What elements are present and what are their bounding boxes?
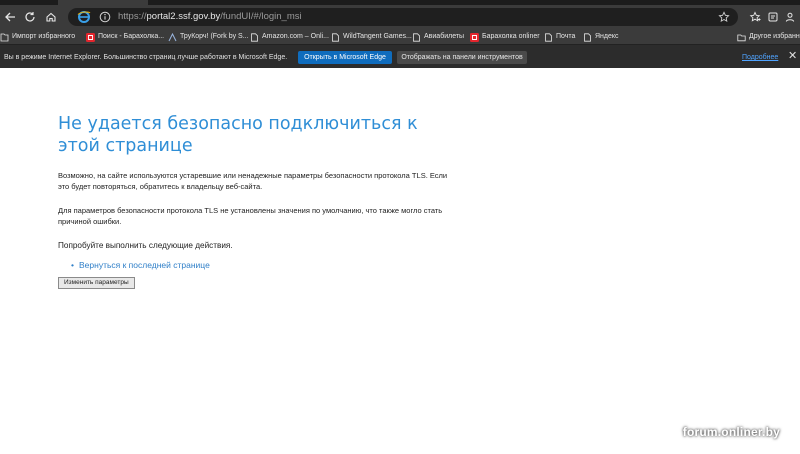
fav-label: WildTangent Games... xyxy=(343,33,412,40)
show-on-toolbar-button[interactable]: Отображать на панели инструментов xyxy=(397,51,527,64)
favorites-bar: Импорт избранного Поиск - Барахолка... Т… xyxy=(0,29,800,44)
page-icon xyxy=(413,32,420,42)
fav-label: Авиабилеты xyxy=(424,33,465,40)
fav-label: Amazon.com – Onli... xyxy=(262,33,329,40)
url-text[interactable]: https://portal2.ssf.gov.by/fundUI/#/logi… xyxy=(118,11,302,23)
error-content: Не удается безопасно подключиться к этой… xyxy=(58,113,448,289)
address-bar[interactable]: https://portal2.ssf.gov.by/fundUI/#/logi… xyxy=(68,8,738,26)
fav-wildtangent[interactable]: WildTangent Games... xyxy=(331,31,412,43)
back-button[interactable] xyxy=(2,9,18,25)
page-icon xyxy=(332,32,339,42)
refresh-icon xyxy=(25,12,35,22)
home-button[interactable] xyxy=(43,9,59,25)
fav-label: Поиск - Барахолка... xyxy=(98,33,165,40)
collections-icon xyxy=(768,12,778,22)
fav-other[interactable]: Другое избранное xyxy=(737,31,800,43)
fav-trukorch[interactable]: ТруКорч! (Fork by S... xyxy=(168,31,249,43)
arrow-left-icon xyxy=(5,12,15,22)
url-prefix: https:// xyxy=(118,11,147,22)
more-info-link[interactable]: Подробнее xyxy=(742,53,778,62)
fav-aviabilety[interactable]: Авиабилеты xyxy=(412,31,464,43)
fav-baraholka-search[interactable]: Поиск - Барахолка... xyxy=(86,31,164,43)
star-icon[interactable] xyxy=(718,11,730,23)
page-title: Не удается безопасно подключиться к этой… xyxy=(58,114,418,156)
fav-label: Другое избранное xyxy=(749,33,800,40)
error-description: Возможно, на сайте используются устаревш… xyxy=(58,171,448,191)
error-tls-note: Для параметров безопасности протокола TL… xyxy=(58,206,443,226)
info-icon[interactable] xyxy=(99,11,111,23)
page-icon xyxy=(545,32,552,42)
url-path: /fundUI/#/login_msi xyxy=(220,11,302,22)
try-actions-heading: Попробуйте выполнить следующие действия. xyxy=(58,241,233,250)
page-icon xyxy=(251,32,258,42)
profile-icon xyxy=(785,12,795,22)
collections-button[interactable] xyxy=(765,9,781,25)
page-icon xyxy=(584,32,591,42)
fav-label: ТруКорч! (Fork by S... xyxy=(180,33,249,40)
bookmark-icon xyxy=(168,32,177,41)
fav-label: Яндекс xyxy=(595,33,619,40)
url-host: portal2.ssf.gov.by xyxy=(146,11,221,22)
fav-import[interactable]: Импорт избранного xyxy=(0,31,75,43)
open-in-edge-button[interactable]: Открыть в Microsoft Edge xyxy=(298,51,392,64)
favorites-star-icon xyxy=(749,11,761,22)
favorites-button[interactable] xyxy=(747,9,763,25)
onliner-icon xyxy=(470,32,479,42)
fav-label: Почта xyxy=(556,33,576,40)
change-settings-button[interactable]: Изменить параметры xyxy=(58,277,135,289)
ie-mode-message: Вы в режиме Internet Explorer. Большинст… xyxy=(4,54,288,61)
fav-yandex[interactable]: Яндекс xyxy=(583,31,619,43)
onliner-icon xyxy=(86,32,95,42)
fav-amazon[interactable]: Amazon.com – Onli... xyxy=(250,31,329,43)
browser-toolbar: https://portal2.ssf.gov.by/fundUI/#/logi… xyxy=(0,5,800,29)
refresh-button[interactable] xyxy=(22,9,38,25)
ie-mode-infobar: Вы в режиме Internet Explorer. Большинст… xyxy=(0,44,800,68)
fav-baraholka-onliner[interactable]: Барахолка onliner xyxy=(470,31,540,43)
watermark: forum.onliner.by xyxy=(682,425,780,439)
fav-label: Импорт избранного xyxy=(12,33,76,40)
fav-label: Барахолка onliner xyxy=(482,33,540,40)
go-back-link[interactable]: Вернуться к последней странице xyxy=(71,260,448,271)
folder-icon xyxy=(737,34,746,41)
fav-pochta[interactable]: Почта xyxy=(544,31,575,43)
actions-list: Вернуться к последней странице xyxy=(71,260,448,271)
home-icon xyxy=(46,12,56,22)
ie-mode-icon[interactable] xyxy=(77,10,91,24)
profile-button[interactable] xyxy=(782,9,798,25)
close-icon[interactable]: ✕ xyxy=(788,50,798,62)
import-icon xyxy=(0,33,9,41)
